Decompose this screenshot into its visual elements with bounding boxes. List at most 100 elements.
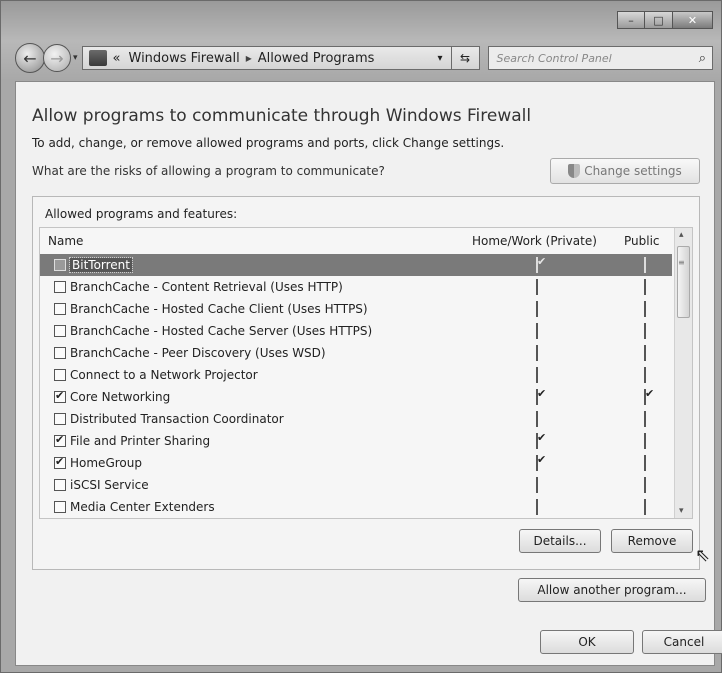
table-row[interactable]: BranchCache - Content Retrieval (Uses HT… <box>40 276 672 298</box>
table-row[interactable]: HomeGroup <box>40 452 672 474</box>
program-enabled-checkbox[interactable] <box>54 479 66 491</box>
program-name: Core Networking <box>70 390 171 404</box>
refresh-button[interactable]: ⇆ <box>451 46 480 70</box>
details-button[interactable]: Details... <box>519 529 601 553</box>
home-work-checkbox[interactable] <box>536 301 538 317</box>
breadcrumb-windows-firewall[interactable]: Windows Firewall <box>129 51 240 66</box>
address-dropdown-icon[interactable]: ▾ <box>429 53 451 64</box>
program-name: BranchCache - Hosted Cache Server (Uses … <box>70 324 373 338</box>
public-checkbox[interactable] <box>644 499 646 515</box>
program-enabled-checkbox[interactable] <box>54 347 66 359</box>
control-panel-icon <box>88 50 107 66</box>
table-row[interactable]: Media Center Extenders <box>40 496 672 518</box>
program-enabled-checkbox[interactable] <box>54 303 66 315</box>
home-work-checkbox[interactable] <box>536 433 538 449</box>
vertical-scrollbar[interactable]: ▴ ≡ ▾ <box>674 228 692 518</box>
maximize-button[interactable]: □ <box>645 11 673 29</box>
home-work-checkbox[interactable] <box>536 323 538 339</box>
programs-list[interactable]: Name Home/Work (Private) Public BitTorre… <box>39 227 693 519</box>
program-name: Distributed Transaction Coordinator <box>70 412 284 426</box>
list-header: Name Home/Work (Private) Public <box>40 228 672 254</box>
minimize-button[interactable]: – <box>617 11 645 29</box>
home-work-checkbox[interactable] <box>536 279 538 295</box>
scroll-up-icon[interactable]: ▴ <box>679 230 684 240</box>
table-row[interactable]: Core Networking <box>40 386 672 408</box>
uac-shield-icon <box>568 164 581 178</box>
table-row[interactable]: iSCSI Service <box>40 474 672 496</box>
home-work-checkbox[interactable] <box>536 411 538 427</box>
public-checkbox[interactable] <box>644 301 646 317</box>
home-work-checkbox[interactable] <box>536 367 538 383</box>
group-title: Allowed programs and features: <box>45 207 238 221</box>
table-row[interactable]: File and Printer Sharing <box>40 430 672 452</box>
table-row[interactable]: BitTorrent <box>40 254 672 276</box>
program-enabled-checkbox[interactable] <box>54 325 66 337</box>
forward-button[interactable]: → <box>43 44 71 72</box>
forward-arrow-icon: → <box>50 48 64 68</box>
public-cell <box>644 455 646 471</box>
home-work-checkbox[interactable] <box>536 455 538 471</box>
caption-buttons: – □ ✕ <box>617 11 713 29</box>
recent-pages-dropdown[interactable]: ▾ <box>73 53 78 63</box>
home-cell <box>536 279 538 295</box>
search-icon[interactable]: ⌕ <box>699 51 706 66</box>
name-cell: Connect to a Network Projector <box>50 368 258 382</box>
table-row[interactable]: BranchCache - Hosted Cache Server (Uses … <box>40 320 672 342</box>
home-work-checkbox[interactable] <box>536 477 538 493</box>
back-button[interactable]: ← <box>15 43 45 73</box>
public-checkbox[interactable] <box>644 323 646 339</box>
program-name: Media Center Extenders <box>70 500 215 514</box>
program-enabled-checkbox[interactable] <box>54 501 66 513</box>
search-input[interactable]: Search Control Panel ⌕ <box>487 46 713 70</box>
public-checkbox[interactable] <box>644 477 646 493</box>
scrollbar-thumb[interactable] <box>677 246 690 318</box>
home-work-checkbox[interactable] <box>536 257 538 273</box>
change-settings-button[interactable]: Change settings <box>550 158 700 184</box>
program-enabled-checkbox[interactable] <box>54 389 66 403</box>
program-name: HomeGroup <box>70 456 142 470</box>
breadcrumb-allowed-programs[interactable]: Allowed Programs <box>258 51 375 66</box>
address-bar[interactable]: « Windows Firewall ▸ Allowed Programs ▾ <box>81 46 452 70</box>
program-enabled-checkbox[interactable] <box>54 433 66 447</box>
table-row[interactable]: Connect to a Network Projector <box>40 364 672 386</box>
column-header-home[interactable]: Home/Work (Private) <box>472 234 597 248</box>
risks-link[interactable]: What are the risks of allowing a program… <box>32 164 385 178</box>
program-enabled-checkbox[interactable] <box>54 281 66 293</box>
public-checkbox[interactable] <box>644 411 646 427</box>
allow-another-program-button[interactable]: Allow another program... <box>518 578 706 602</box>
control-panel-window: – □ ✕ ← → ▾ « Windows Firewall ▸ Allowed… <box>0 0 722 673</box>
public-checkbox[interactable] <box>644 389 646 405</box>
home-work-checkbox[interactable] <box>536 345 538 361</box>
column-header-name[interactable]: Name <box>48 234 83 248</box>
table-row[interactable]: Distributed Transaction Coordinator <box>40 408 672 430</box>
home-cell <box>536 433 538 449</box>
table-row[interactable]: BranchCache - Hosted Cache Client (Uses … <box>40 298 672 320</box>
breadcrumb-separator-icon[interactable]: ▸ <box>246 51 252 65</box>
public-checkbox[interactable] <box>644 257 646 273</box>
program-enabled-checkbox[interactable] <box>54 455 66 469</box>
close-button[interactable]: ✕ <box>673 11 713 29</box>
program-enabled-checkbox[interactable] <box>54 413 66 425</box>
column-header-public[interactable]: Public <box>624 234 660 248</box>
table-row[interactable]: BranchCache - Peer Discovery (Uses WSD) <box>40 342 672 364</box>
public-checkbox[interactable] <box>644 279 646 295</box>
cancel-button[interactable]: Cancel <box>642 630 722 654</box>
scroll-down-icon[interactable]: ▾ <box>679 506 684 516</box>
public-checkbox[interactable] <box>644 367 646 383</box>
remove-button[interactable]: Remove <box>611 529 693 553</box>
name-cell: Core Networking <box>50 389 171 404</box>
home-cell <box>536 301 538 317</box>
home-work-checkbox[interactable] <box>536 499 538 515</box>
public-checkbox[interactable] <box>644 433 646 449</box>
public-checkbox[interactable] <box>644 455 646 471</box>
scroll-grip-icon: ≡ <box>678 258 685 267</box>
breadcrumb-prefix[interactable]: « <box>113 51 121 66</box>
program-enabled-checkbox[interactable] <box>54 259 66 271</box>
public-checkbox[interactable] <box>644 345 646 361</box>
program-enabled-checkbox[interactable] <box>54 369 66 381</box>
home-work-checkbox[interactable] <box>536 389 538 405</box>
program-name: iSCSI Service <box>70 478 149 492</box>
public-cell <box>644 257 646 273</box>
public-cell <box>644 477 646 493</box>
ok-button[interactable]: OK <box>540 630 634 654</box>
